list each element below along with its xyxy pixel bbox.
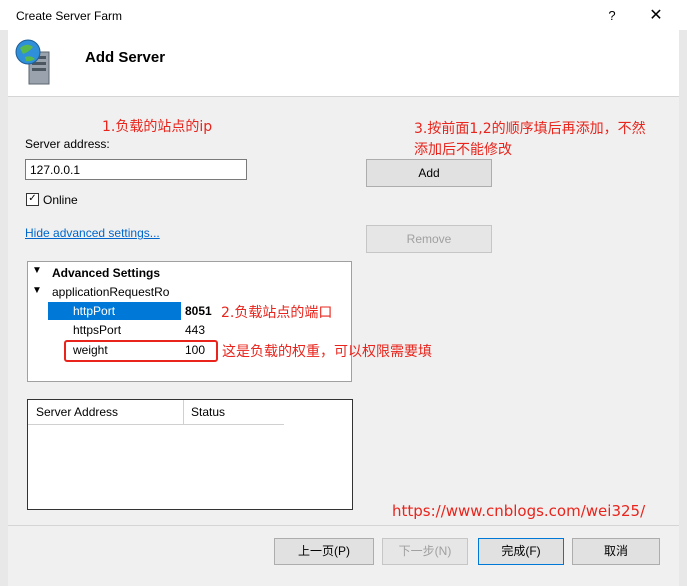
tree-row-name: httpPort <box>73 304 116 318</box>
weight-highlight-box <box>64 340 218 362</box>
collapse-root-icon[interactable]: ▼ <box>32 265 42 276</box>
annotation-order-line2: 添加后不能修改 <box>414 142 512 158</box>
annotation-ip: 1.负载的站点的ip <box>102 119 213 135</box>
left-border <box>0 30 8 586</box>
hide-advanced-link[interactable]: Hide advanced settings... <box>25 226 160 240</box>
finish-button[interactable]: 完成(F) <box>478 538 564 565</box>
annotation-order-line1: 3.按前面1,2的顺序填后再添加，不然 <box>414 121 646 137</box>
tree-child-label: applicationRequestRo <box>52 285 170 299</box>
server-globe-icon <box>15 38 59 91</box>
server-address-input[interactable]: 127.0.0.1 <box>25 159 247 180</box>
window-title: Create Server Farm <box>16 9 123 23</box>
close-button[interactable]: ✕ <box>644 6 668 26</box>
column-header-status[interactable]: Status <box>191 405 225 419</box>
column-header-server-address[interactable]: Server Address <box>36 405 118 419</box>
cancel-button[interactable]: 取消 <box>572 538 660 565</box>
right-border <box>679 30 687 586</box>
tree-row-value[interactable]: 8051 <box>185 304 212 318</box>
page-title: Add Server <box>85 49 166 66</box>
tree-root-label: Advanced Settings <box>52 266 161 280</box>
online-checkbox[interactable]: ✓ <box>26 193 39 206</box>
add-button[interactable]: Add <box>366 159 492 187</box>
footer-divider <box>8 525 679 526</box>
collapse-child-icon[interactable]: ▼ <box>32 285 42 296</box>
next-button[interactable]: 下一步(N) <box>382 538 468 565</box>
column-divider <box>183 400 184 424</box>
server-address-label: Server address: <box>25 137 110 151</box>
annotation-weight: 这是负载的权重，可以权限需要填 <box>222 344 432 360</box>
tree-row-name: httpsPort <box>73 323 122 337</box>
online-label: Online <box>43 193 78 207</box>
server-list-grid[interactable]: Server Address Status <box>27 399 353 510</box>
prev-button[interactable]: 上一页(P) <box>274 538 374 565</box>
help-button[interactable]: ? <box>602 6 622 26</box>
watermark-url: https://www.cnblogs.com/wei325/ <box>392 502 646 520</box>
remove-button[interactable]: Remove <box>366 225 492 253</box>
tree-row-value[interactable]: 443 <box>185 323 205 337</box>
annotation-port: 2.负载站点的端口 <box>221 305 333 321</box>
